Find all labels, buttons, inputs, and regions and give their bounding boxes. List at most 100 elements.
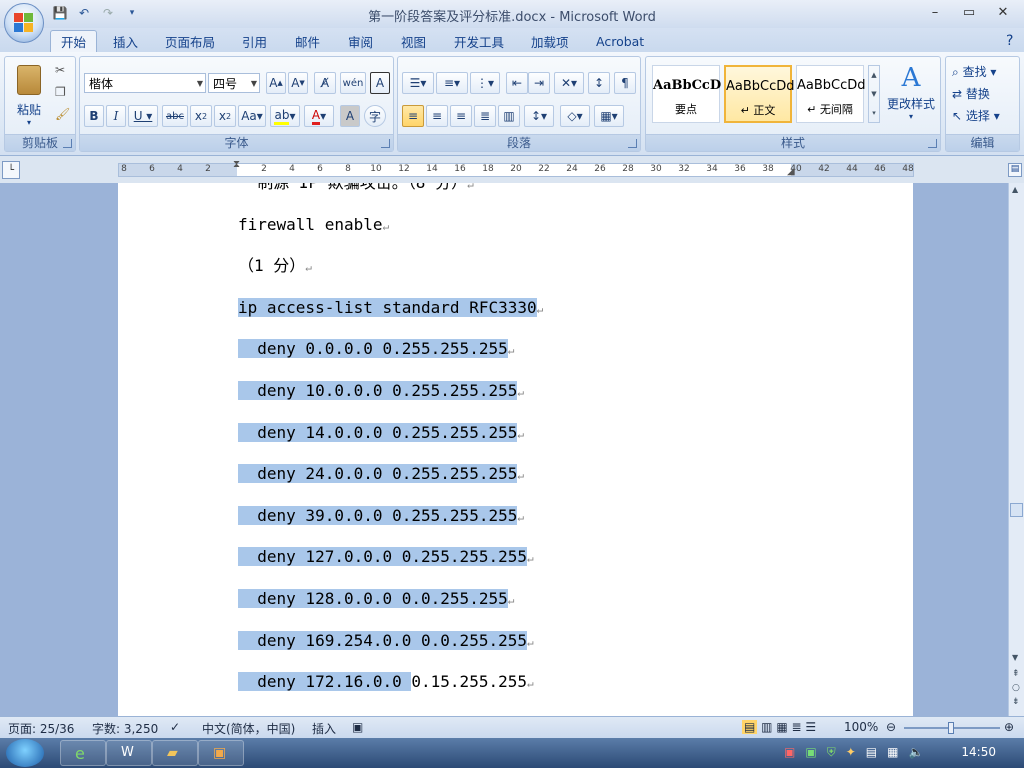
tab-acrobat[interactable]: Acrobat — [586, 30, 654, 52]
document-line[interactable]: （1 分）↵ — [238, 250, 312, 282]
selected-text[interactable]: deny 0.0.0.0 0.255.255.255 — [238, 339, 508, 359]
unselected-text[interactable]: 0.15.255.255 — [411, 672, 527, 691]
line-text[interactable]: （1 分） — [238, 256, 305, 275]
cut-icon[interactable]: ✂ — [55, 63, 65, 77]
char-shading-icon[interactable]: A — [340, 105, 360, 127]
sort-icon[interactable]: ↕ — [588, 72, 610, 94]
taskbar-folder-icon[interactable]: ▰ — [152, 740, 198, 766]
close-icon[interactable]: ✕ — [986, 2, 1020, 22]
selected-text[interactable]: ip access-list standard RFC3330 — [238, 297, 537, 317]
tab-selector-button[interactable]: └ — [2, 161, 20, 179]
selected-text[interactable]: deny 127.0.0.0 0.255.255.255 — [238, 547, 527, 567]
shield-icon[interactable]: ⛨ — [827, 745, 836, 760]
find-button[interactable]: ⌕ 查找 ▾ — [952, 63, 996, 80]
maximize-icon[interactable]: ▭ — [952, 2, 986, 22]
select-button[interactable]: ↖ 选择 ▾ — [952, 107, 1000, 124]
tab-references[interactable]: 引用 — [232, 30, 277, 52]
numbering-button[interactable]: ≡▾ — [436, 72, 468, 94]
document-line[interactable]: deny 172.16.0.0 0.15.255.255↵ — [238, 666, 534, 698]
prev-page-icon[interactable]: ⇞ — [1012, 669, 1020, 679]
style-item-normal[interactable]: AaBbCcDd ↵ 正文 — [724, 65, 795, 123]
clipboard-launcher-icon[interactable] — [63, 139, 72, 148]
scroll-thumb[interactable] — [1010, 503, 1023, 517]
font-name-combo[interactable]: 楷体 ▼ — [84, 73, 206, 93]
zoom-out-icon[interactable]: ⊖ — [886, 720, 896, 734]
line-text[interactable]: 制源 IP 欺骗攻击。（8 分） — [238, 183, 467, 192]
grow-font-button[interactable]: A ▲ — [266, 72, 286, 94]
browse-object-icon[interactable]: ○ — [1012, 683, 1020, 693]
selected-text[interactable]: deny 10.0.0.0 0.255.255.255 — [238, 381, 518, 400]
font-size-combo[interactable]: 四号 ▼ — [208, 73, 260, 93]
document-line[interactable]: ip access-list standard RFC3330↵ — [238, 292, 543, 324]
document-line[interactable]: 制源 IP 欺骗攻击。（8 分）↵ — [238, 183, 473, 199]
outline-icon[interactable]: ≣ — [792, 720, 802, 734]
document-line[interactable]: deny 127.0.0.0 0.255.255.255↵ — [238, 541, 534, 573]
decrease-indent-icon[interactable]: ⇤ — [506, 72, 528, 94]
selected-text[interactable]: deny 14.0.0.0 0.255.255.255 — [238, 422, 518, 442]
text-direction-icon[interactable]: ✕▾ — [554, 72, 584, 94]
language-indicator[interactable]: 中文(简体，中国) — [202, 720, 295, 737]
change-styles-button[interactable]: A 更改样式 ▾ — [884, 61, 938, 131]
document-line[interactable]: deny 14.0.0.0 0.255.255.255↵ — [238, 417, 524, 449]
bullets-button[interactable]: ☰▾ — [402, 72, 434, 94]
view-ruler-icon[interactable]: ▤ — [1008, 163, 1022, 177]
scroll-down-icon[interactable]: ▼ — [1012, 653, 1018, 662]
selected-text[interactable]: deny 128.0.0.0 0.0.255.255 — [238, 589, 508, 608]
align-center-icon[interactable]: ≡ — [426, 105, 448, 127]
align-left-icon[interactable]: ≡ — [402, 105, 424, 127]
shading-button[interactable]: ◇▾ — [560, 105, 590, 127]
tab-addins[interactable]: 加载项 — [521, 30, 579, 52]
phonetic-guide-icon[interactable]: wén — [340, 72, 366, 94]
horizontal-ruler[interactable]: 8 6 4 2 2 4 6 8 10 12 14 16 18 20 22 24 26 28 30 32 34 36 38 40… — [118, 159, 914, 177]
tab-view[interactable]: 视图 — [391, 30, 436, 52]
italic-button[interactable]: I — [106, 105, 126, 127]
right-indent-marker-icon[interactable]: ◢ — [787, 166, 795, 177]
show-marks-icon[interactable]: ¶ — [614, 72, 636, 94]
styles-launcher-icon[interactable] — [928, 139, 937, 148]
help-icon[interactable]: ? — [996, 30, 1023, 52]
zoom-level[interactable]: 100% — [844, 720, 878, 734]
tab-review[interactable]: 审阅 — [338, 30, 383, 52]
office-button[interactable] — [4, 3, 44, 43]
minimize-icon[interactable]: – — [918, 2, 952, 22]
shrink-font-button[interactable]: A ▼ — [288, 72, 308, 94]
line-spacing-button[interactable]: ↕▾ — [524, 105, 554, 127]
format-painter-icon[interactable]: 🖌 — [55, 107, 70, 121]
tab-page-layout[interactable]: 页面布局 — [155, 30, 225, 52]
clear-format-icon[interactable]: A̸ — [314, 72, 336, 94]
document-page[interactable]: 制源 IP 欺骗攻击。（8 分）↵ firewall enable↵ （1 分）↵ i… — [118, 183, 913, 716]
increase-indent-icon[interactable]: ⇥ — [528, 72, 550, 94]
style-item-no-spacing[interactable]: AaBbCcDd ↵ 无间隔 — [796, 65, 866, 123]
copy-icon[interactable]: ❐ — [55, 85, 66, 99]
enclose-char-icon[interactable]: 字 — [364, 105, 386, 127]
insert-mode[interactable]: 插入 — [312, 720, 336, 737]
tray-icon-1[interactable]: ▣ — [784, 745, 795, 760]
selected-text[interactable]: deny 39.0.0.0 0.255.255.255 — [238, 505, 518, 525]
subscript-button[interactable]: x2 — [190, 105, 212, 127]
macro-record-icon[interactable]: ▣ — [352, 720, 363, 734]
clock[interactable]: 14:50 — [961, 745, 996, 759]
taskbar-word-icon[interactable]: W — [106, 740, 152, 766]
tab-mailings[interactable]: 邮件 — [285, 30, 330, 52]
network-icon[interactable]: ▦ — [887, 745, 898, 760]
highlight-color-button[interactable]: ab ▾ — [270, 105, 300, 127]
vertical-scrollbar[interactable]: ▲ ▼ ⇞ ○ ⇟ — [1008, 183, 1024, 716]
tray-icon-2[interactable]: ▣ — [805, 745, 816, 760]
web-layout-icon[interactable]: ▦ — [776, 720, 787, 734]
document-line[interactable]: deny 169.254.0.0 0.0.255.255↵ — [238, 625, 534, 657]
font-color-button[interactable]: A ▾ — [304, 105, 334, 127]
distributed-icon[interactable]: ▥ — [498, 105, 520, 127]
superscript-button[interactable]: x2 — [214, 105, 236, 127]
volume-icon[interactable]: 🔈 — [908, 745, 923, 760]
selected-text[interactable]: deny 169.254.0.0 0.0.255.255 — [238, 630, 527, 650]
paragraph-launcher-icon[interactable] — [628, 139, 637, 148]
zoom-slider-thumb[interactable] — [948, 722, 954, 734]
document-line[interactable]: deny 10.0.0.0 0.255.255.255↵ — [238, 375, 524, 407]
tray-icon-4[interactable]: ▤ — [866, 745, 877, 760]
document-line[interactable]: deny 24.0.0.0 0.255.255.255↵ — [238, 458, 524, 490]
change-case-button[interactable]: Aa▾ — [238, 105, 266, 127]
underline-button[interactable]: U ▾ — [128, 105, 158, 127]
taskbar-ie-icon[interactable]: e — [60, 740, 106, 766]
zoom-in-icon[interactable]: ⊕ — [1004, 720, 1014, 734]
document-line[interactable]: firewall enable↵ — [238, 209, 389, 241]
